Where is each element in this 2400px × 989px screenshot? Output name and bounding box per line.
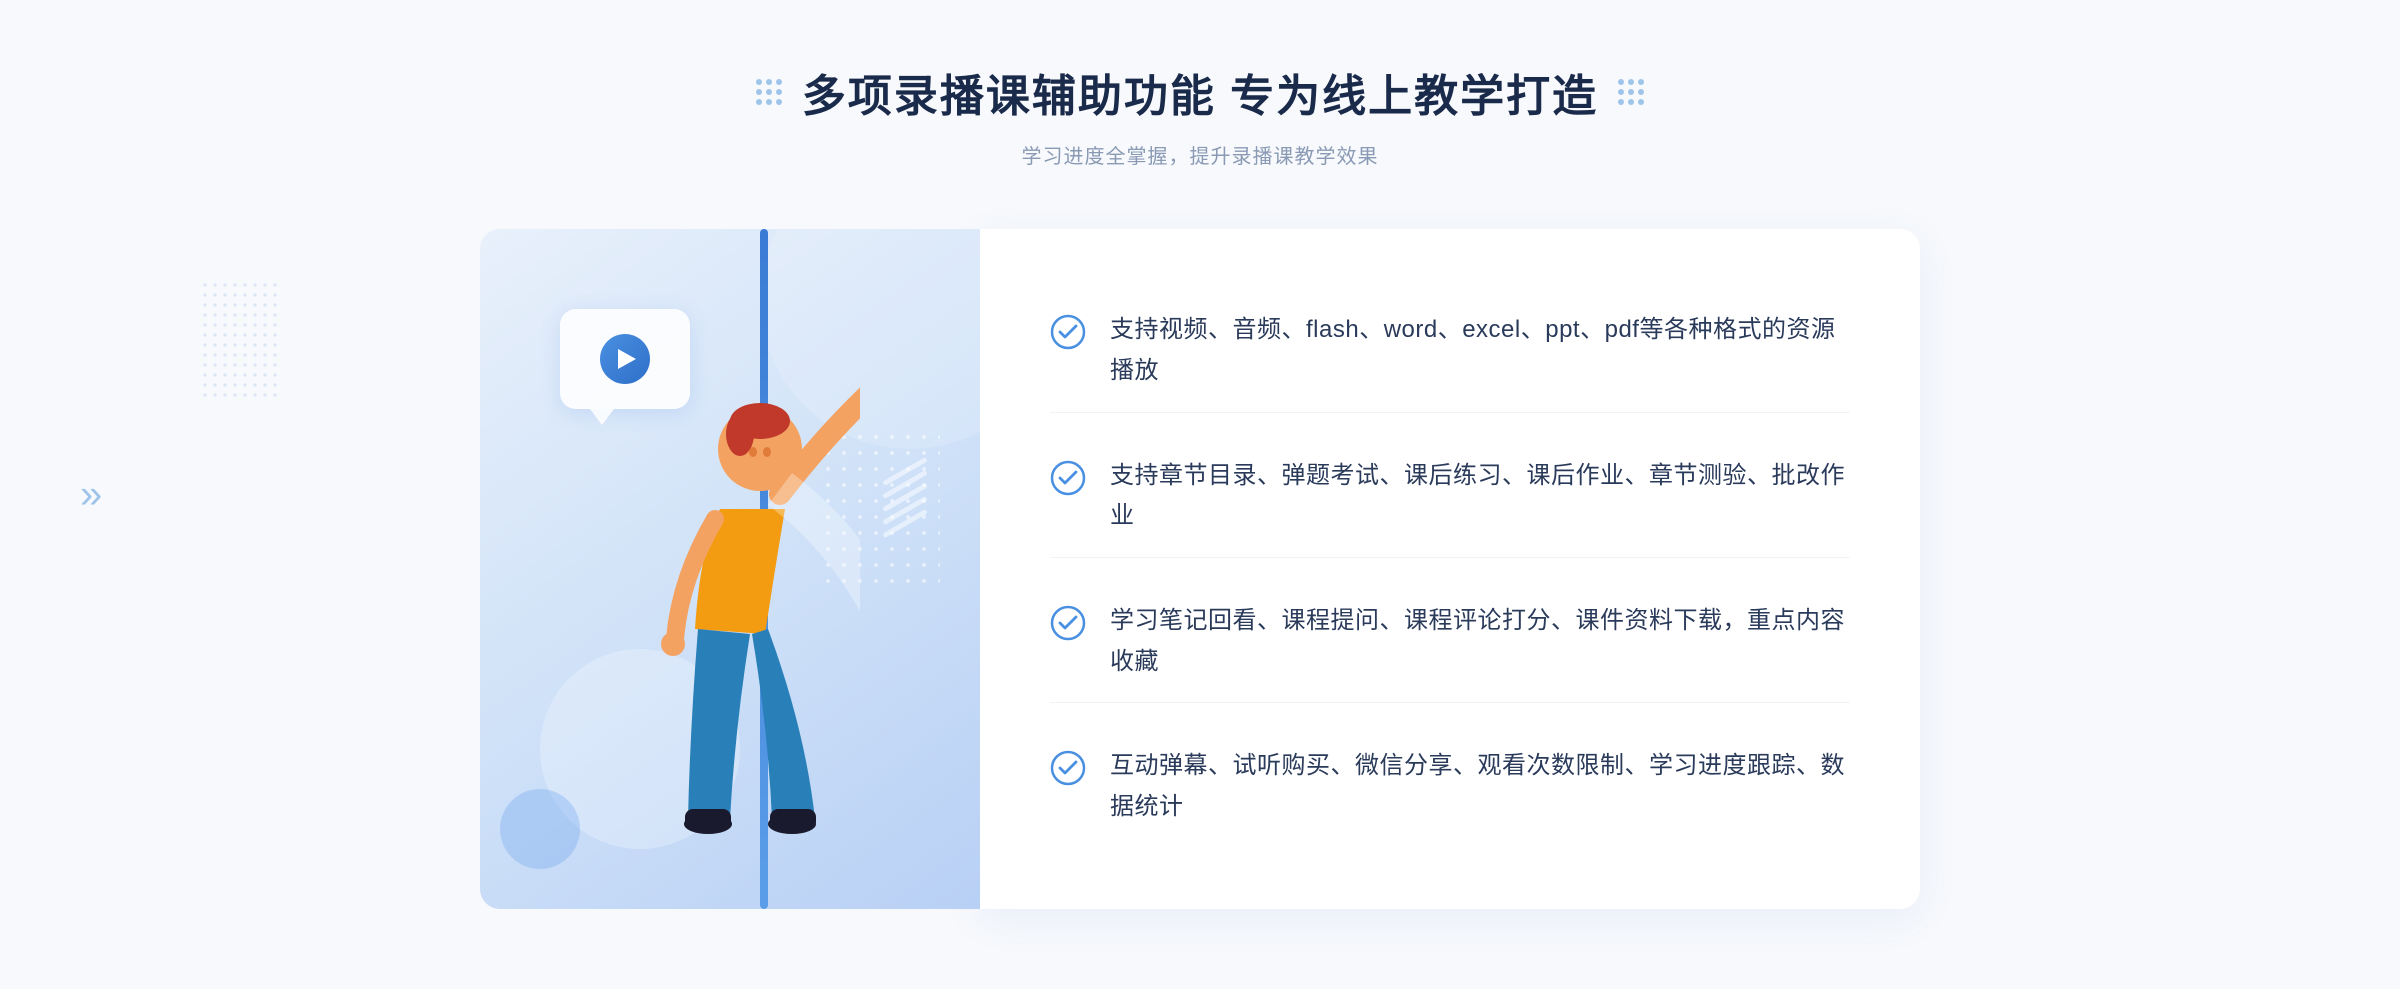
page-header: 多项录播课辅助功能 专为线上教学打造 [756, 60, 1644, 124]
check-icon-2 [1050, 460, 1086, 496]
page-wrapper: » 多项录播课辅助功能 专为线上教学打造 学习进度全掌握，提升录播课教学效果 [0, 0, 2400, 989]
grid-decoration-right [1618, 79, 1644, 105]
deco-circle-small [500, 789, 580, 869]
check-icon-3 [1050, 605, 1086, 641]
features-panel: 支持视频、音频、flash、word、excel、ppt、pdf等各种格式的资源… [980, 229, 1920, 909]
feature-item-2: 支持章节目录、弹题考试、课后练习、课后作业、章节测验、批改作业 [1050, 436, 1850, 559]
dots-decoration-left [200, 280, 280, 400]
feature-text-4: 互动弹幕、试听购买、微信分享、观看次数限制、学习进度跟踪、数据统计 [1110, 746, 1850, 828]
chevron-decoration-left: » [80, 472, 102, 517]
illustration-panel [480, 229, 980, 909]
grid-decoration-left [756, 79, 782, 105]
check-icon-4 [1050, 750, 1086, 786]
main-content: 支持视频、音频、flash、word、excel、ppt、pdf等各种格式的资源… [480, 229, 1920, 909]
feature-text-2: 支持章节目录、弹题考试、课后练习、课后作业、章节测验、批改作业 [1110, 456, 1850, 538]
page-subtitle: 学习进度全掌握，提升录播课教学效果 [1022, 140, 1379, 169]
illustration-figure [600, 349, 860, 909]
check-icon-1 [1050, 314, 1086, 350]
feature-item-4: 互动弹幕、试听购买、微信分享、观看次数限制、学习进度跟踪、数据统计 [1050, 726, 1850, 848]
page-title: 多项录播课辅助功能 专为线上教学打造 [802, 60, 1598, 124]
feature-item-3: 学习笔记回看、课程提问、课程评论打分、课件资料下载，重点内容收藏 [1050, 581, 1850, 704]
feature-text-1: 支持视频、音频、flash、word、excel、ppt、pdf等各种格式的资源… [1110, 310, 1850, 392]
stripes-decoration [880, 469, 930, 539]
feature-item-1: 支持视频、音频、flash、word、excel、ppt、pdf等各种格式的资源… [1050, 290, 1850, 413]
feature-text-3: 学习笔记回看、课程提问、课程评论打分、课件资料下载，重点内容收藏 [1110, 601, 1850, 683]
